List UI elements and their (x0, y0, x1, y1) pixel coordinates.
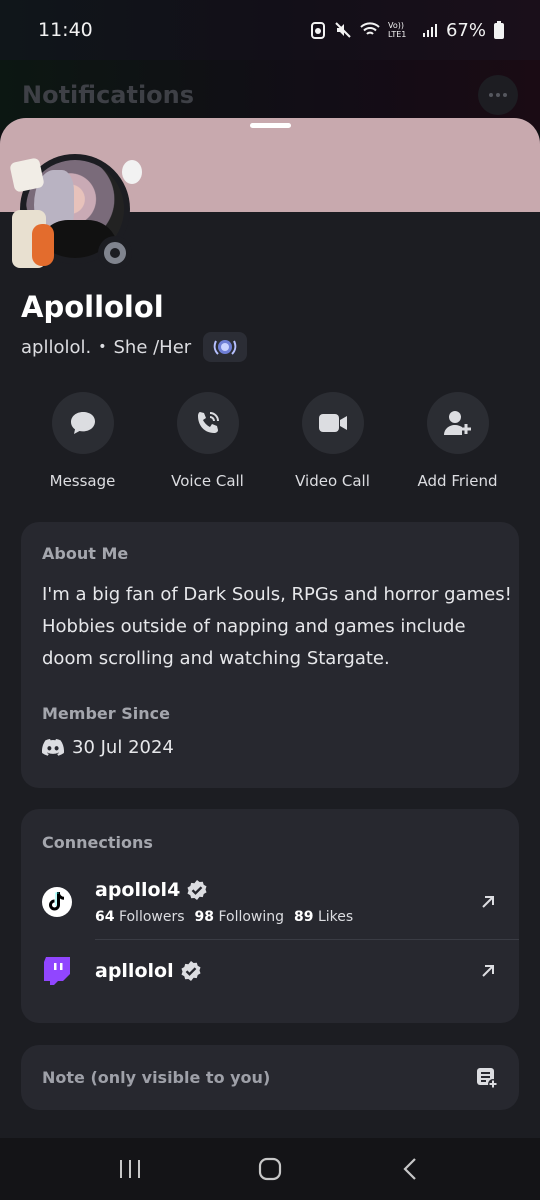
profile-sheet: Apollolol apllolol. • She /Her Message V… (0, 118, 540, 1138)
more-options-icon (478, 75, 518, 115)
about-me-text: I'm a big fan of Dark Souls, RPGs and ho… (42, 584, 512, 669)
voice-call-action[interactable]: Voice Call (145, 392, 270, 490)
likes-label: Likes (317, 909, 354, 925)
about-me-card: About Me I'm a big fan of Dark Souls, RP… (21, 522, 519, 788)
connections-card: Connections apollol4 64 Followers 98 Foll… (21, 809, 519, 1023)
display-name: Apollolol (21, 290, 164, 324)
video-call-button[interactable] (301, 392, 364, 454)
voice-call-button[interactable] (176, 392, 239, 454)
note-placeholder[interactable]: Note (only visible to you) (42, 1068, 270, 1087)
twitch-icon (42, 956, 72, 986)
twitch-username: apllolol (95, 960, 174, 982)
status-icons: Vo)) LTE1 67% (310, 20, 504, 41)
video-camera-icon (318, 414, 347, 432)
external-link-icon[interactable] (479, 962, 497, 980)
connection-divider (95, 939, 519, 940)
add-friend-button[interactable] (426, 392, 489, 454)
member-since-date: 30 Jul 2024 (72, 737, 174, 758)
voice-call-label: Voice Call (171, 472, 244, 490)
verified-check-icon (181, 961, 201, 981)
chat-bubble-icon (70, 412, 95, 434)
profile-subline: apllolol. • She /Her (21, 332, 248, 362)
battery-percent: 67% (445, 19, 486, 41)
video-call-action[interactable]: Video Call (270, 392, 395, 490)
twitch-username-row: apllolol (95, 960, 202, 982)
add-note-icon[interactable] (476, 1067, 498, 1089)
following-count: 98 (194, 909, 214, 925)
mute-icon (335, 22, 351, 38)
external-link-icon[interactable] (479, 893, 497, 911)
video-call-label: Video Call (295, 472, 370, 490)
home-button[interactable] (250, 1149, 290, 1189)
system-nav-bar (0, 1138, 540, 1200)
message-button[interactable] (51, 392, 114, 454)
discord-logo-icon (42, 739, 64, 756)
tiktok-info: apollol4 64 Followers 98 Following 89 Like… (95, 879, 353, 925)
status-bar: 11:40 Vo)) LTE1 67% (0, 0, 540, 60)
member-since-row: 30 Jul 2024 (42, 737, 498, 758)
profile-actions: Message Voice Call Video Call Add Friend (20, 392, 520, 490)
connections-title: Connections (42, 833, 153, 852)
avatar[interactable] (9, 152, 142, 270)
pronouns: She /Her (113, 336, 192, 358)
home-icon (258, 1157, 282, 1181)
followers-count: 64 (95, 909, 115, 925)
add-friend-action[interactable]: Add Friend (395, 392, 520, 490)
tiktok-stats: 64 Followers 98 Following 89 Likes (95, 909, 353, 925)
separator-dot: • (98, 339, 107, 355)
battery-icon (494, 21, 504, 39)
tiktok-icon (42, 887, 72, 917)
username: apllolol. (21, 336, 92, 358)
member-since-title: Member Since (42, 704, 170, 723)
tiktok-username: apollol4 (95, 879, 181, 901)
offline-status-icon (98, 236, 132, 270)
status-time: 11:40 (38, 19, 93, 41)
phone-call-icon (197, 412, 219, 433)
message-label: Message (49, 472, 116, 490)
twitch-info: apllolol (95, 960, 202, 982)
tiktok-username-row: apollol4 (95, 879, 353, 901)
battery-saver-icon (310, 22, 325, 39)
add-friend-label: Add Friend (417, 472, 498, 490)
signal-icon (422, 24, 437, 37)
avatar-decoration-sticker (9, 157, 45, 193)
wifi-icon (360, 22, 380, 35)
recent-apps-button[interactable] (110, 1149, 150, 1189)
following-label: Following (218, 909, 285, 925)
avatar-decoration-sticker (122, 160, 142, 184)
recent-apps-icon (120, 1160, 140, 1178)
sheet-grab-handle[interactable] (250, 123, 291, 128)
verified-check-icon (187, 880, 207, 900)
connection-tiktok[interactable]: apollol4 64 Followers 98 Following 89 Like… (21, 867, 519, 937)
connection-twitch[interactable]: apllolol (21, 941, 519, 1001)
back-button[interactable] (390, 1149, 430, 1189)
avatar-decoration-sticker (32, 224, 54, 266)
background-title: Notifications (22, 81, 195, 109)
note-card[interactable]: Note (only visible to you) (21, 1045, 519, 1110)
network-label: Vo)) LTE1 (387, 21, 407, 39)
likes-count: 89 (294, 909, 314, 925)
back-chevron-icon (403, 1158, 416, 1180)
profile-badge[interactable] (203, 332, 248, 362)
message-action[interactable]: Message (20, 392, 145, 490)
followers-label: Followers (118, 909, 185, 925)
add-friend-icon (443, 411, 471, 435)
about-me-title: About Me (42, 544, 129, 563)
laurel-badge-icon (213, 340, 237, 355)
